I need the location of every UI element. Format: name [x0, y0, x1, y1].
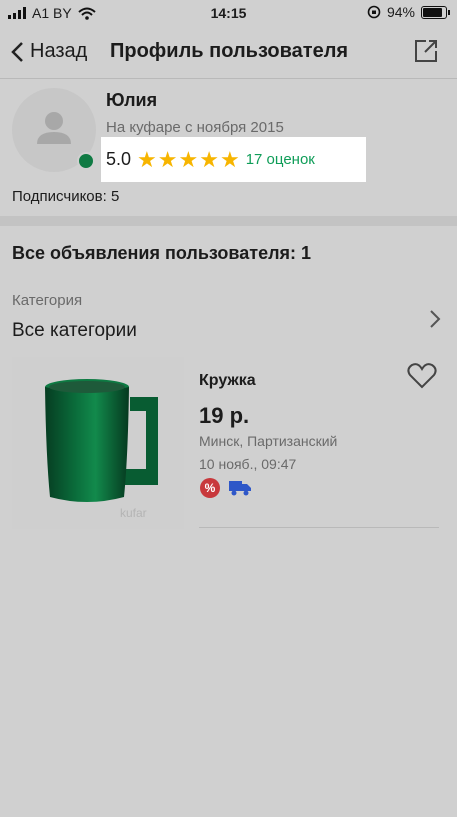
- star-icon: ★: [137, 146, 157, 172]
- rating-score: 5.0: [106, 149, 132, 169]
- category-selector[interactable]: Все категории: [12, 320, 137, 342]
- listing-location: Минск, Партизанский: [199, 433, 338, 449]
- back-button[interactable]: Назад: [10, 40, 87, 63]
- delivery-truck-icon: [229, 481, 251, 496]
- page-title: Профиль пользователя: [110, 40, 349, 62]
- section-divider: [0, 216, 457, 226]
- listing-thumbnail[interactable]: kufar: [12, 357, 184, 529]
- star-icon: ★: [199, 146, 219, 172]
- navigation-bar: Назад Профиль пользователя: [0, 26, 457, 79]
- share-icon[interactable]: [413, 38, 439, 64]
- battery-percent: 94%: [386, 4, 415, 20]
- member-since: На куфаре с ноября 2015: [106, 119, 284, 136]
- user-name: Юлия: [106, 90, 158, 110]
- rating-block[interactable]: 5.0 ★ ★ ★ ★ ★ 17 оценок: [101, 137, 366, 182]
- watermark: kufar: [120, 506, 147, 520]
- reviews-link[interactable]: 17 оценок: [246, 151, 315, 168]
- status-bar: A1 BY 14:15 94%: [0, 0, 457, 26]
- discount-badge-icon: %: [200, 478, 220, 498]
- listing-badges: %: [200, 478, 252, 498]
- star-icon: ★: [157, 146, 178, 172]
- chevron-right-icon[interactable]: [429, 308, 441, 330]
- battery-icon: [421, 5, 450, 19]
- category-label: Категория: [12, 292, 83, 309]
- subscribers-count: Подписчиков: 5: [12, 188, 120, 205]
- listing-date: 10 нояб., 09:47: [199, 456, 297, 472]
- star-icon: ★: [219, 146, 240, 172]
- listing-price: 19 р.: [199, 403, 250, 428]
- online-indicator: [77, 152, 95, 170]
- back-label: Назад: [30, 40, 88, 62]
- item-divider: [199, 527, 439, 528]
- listing-title[interactable]: Кружка: [199, 372, 256, 390]
- star-icon: ★: [178, 146, 199, 172]
- chevron-left-icon: [11, 41, 23, 62]
- listings-heading: Все объявления пользователя: 1: [12, 243, 312, 263]
- favorite-heart-icon[interactable]: [407, 363, 437, 389]
- mug-image: kufar: [45, 379, 158, 520]
- orientation-lock-icon: [367, 5, 381, 19]
